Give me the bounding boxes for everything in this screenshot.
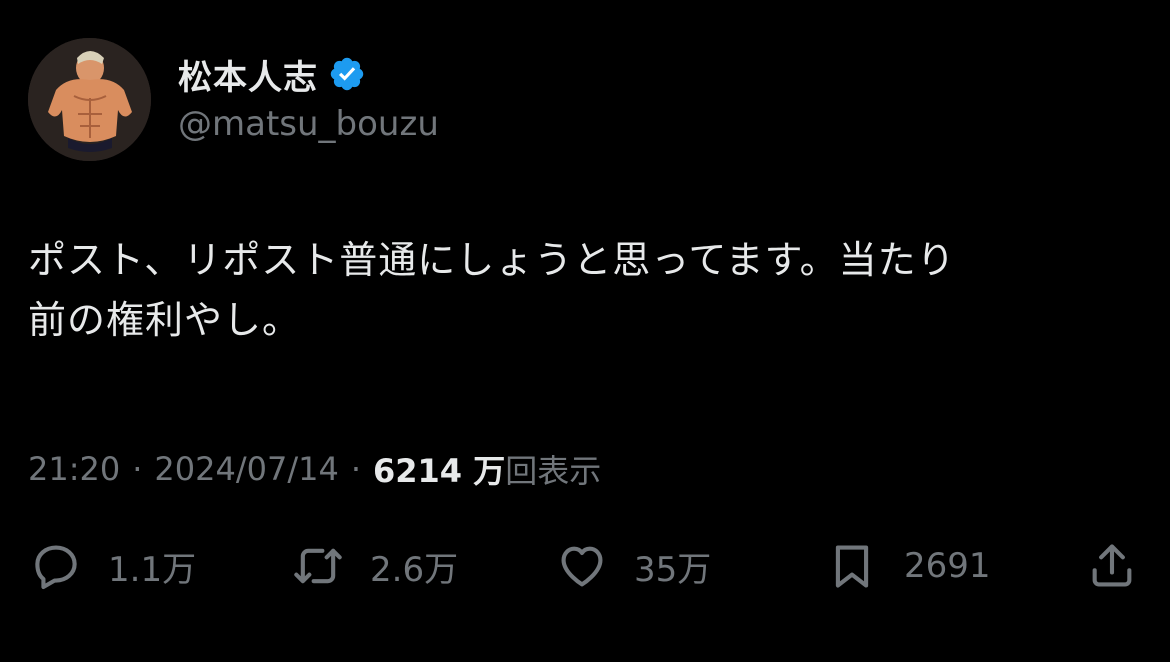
share-button[interactable]	[1086, 536, 1138, 596]
action-bar: 1.1万 2.6万 35万 2691	[0, 536, 1170, 596]
bookmark-icon	[835, 545, 869, 588]
views-count[interactable]: 6214 万	[373, 446, 505, 492]
repost-icon	[294, 548, 342, 584]
reply-count: 1.1万	[108, 549, 197, 590]
tweet-meta: 21:20 · 2024/07/14 · 6214 万 回表示	[28, 446, 601, 492]
views-label[interactable]: 回表示	[505, 446, 601, 492]
repost-count: 2.6万	[370, 549, 459, 590]
reply-button[interactable]: 1.1万	[30, 536, 196, 596]
tweet-text: ポスト、リポスト普通にしょうと思ってます。当たり 前の権利やし。	[28, 230, 1128, 350]
heart-icon	[561, 546, 603, 587]
repost-button[interactable]: 2.6万	[292, 536, 458, 596]
verified-badge-icon	[328, 55, 366, 93]
reply-icon	[35, 545, 77, 590]
author-name-row[interactable]: 松本人志	[178, 50, 366, 98]
like-count: 35万	[634, 549, 712, 590]
meta-separator: ·	[350, 450, 361, 488]
share-icon	[1092, 544, 1132, 587]
tweet-time[interactable]: 21:20	[28, 450, 120, 488]
avatar[interactable]	[28, 38, 151, 161]
like-button[interactable]: 35万	[556, 536, 711, 596]
bookmark-count: 2691	[904, 546, 991, 586]
bookmark-button[interactable]: 2691	[826, 536, 991, 596]
author-name[interactable]: 松本人志	[178, 50, 318, 99]
avatar-image	[28, 38, 151, 161]
author-handle[interactable]: @matsu_bouzu	[178, 104, 439, 144]
meta-separator: ·	[132, 450, 143, 488]
tweet-text-line: ポスト、リポスト普通にしょうと思ってます。当たり	[28, 238, 956, 282]
tweet-text-line: 前の権利やし。	[28, 298, 302, 342]
tweet-date[interactable]: 2024/07/14	[154, 450, 338, 488]
